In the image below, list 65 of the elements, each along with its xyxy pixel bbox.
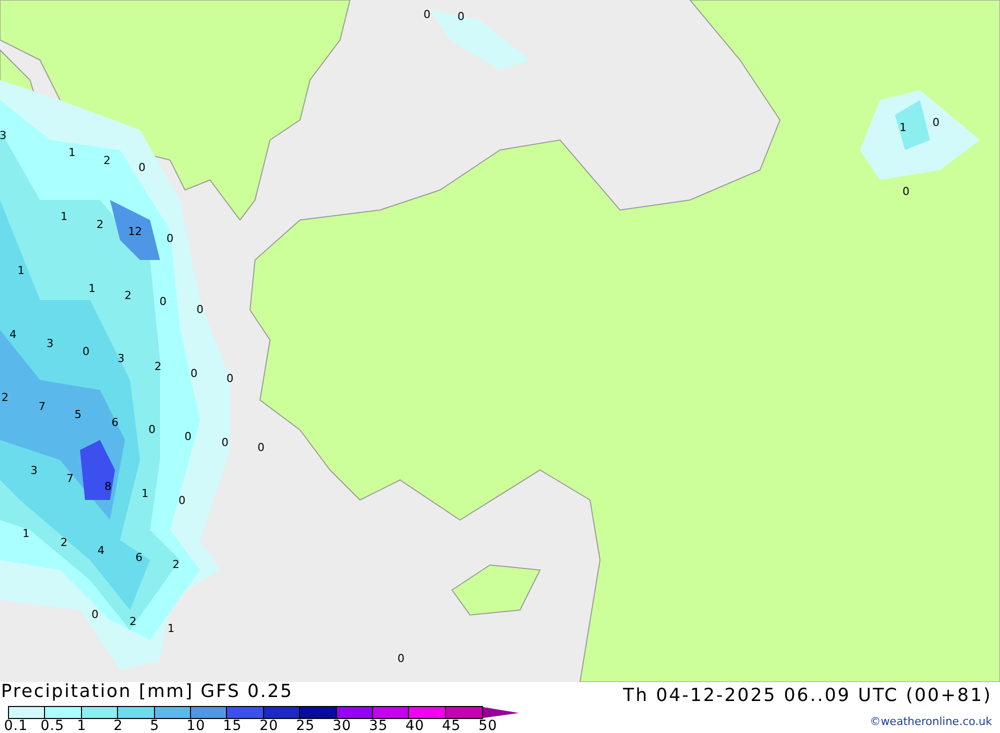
precipitation-value: 4 [98, 544, 104, 557]
precipitation-value: 2 [124, 289, 132, 302]
precipitation-value: 6 [136, 551, 142, 564]
scale-label: 15 [223, 719, 243, 733]
precipitation-value: 2 [172, 558, 180, 571]
precipitation-value: 8 [104, 480, 112, 493]
precipitation-value: 1 [18, 264, 24, 277]
precipitation-value: 1 [68, 146, 76, 159]
scale-label: 25 [296, 719, 316, 733]
precipitation-value: 0 [458, 10, 464, 23]
precipitation-value: 2 [104, 154, 110, 167]
precipitation-value: 0 [196, 303, 204, 316]
precipitation-value: 0 [902, 185, 910, 198]
precipitation-value: 7 [38, 400, 46, 413]
precipitation-value: 3 [0, 129, 6, 142]
precipitation-value: 2 [60, 536, 68, 549]
scale-label: 40 [406, 719, 426, 733]
scale-label: 50 [478, 719, 498, 733]
precipitation-value: 0 [424, 8, 430, 21]
precipitation-value: 0 [226, 372, 234, 385]
precipitation-value: 1 [168, 622, 174, 635]
precipitation-value: 0 [148, 423, 156, 436]
precipitation-value: 2 [130, 615, 136, 628]
scale-label: 45 [442, 719, 462, 733]
precipitation-value: 5 [74, 408, 82, 421]
precipitation-value: 0 [932, 116, 940, 129]
scale-label: 35 [369, 719, 389, 733]
precipitation-value: 0 [82, 345, 90, 358]
precipitation-value: 0 [398, 652, 404, 665]
precipitation-value: 6 [112, 416, 118, 429]
scale-label: 0.1 [4, 719, 29, 733]
scale-label: 5 [150, 719, 160, 733]
precipitation-value: 2 [2, 391, 8, 404]
precipitation-value: 0 [138, 161, 146, 174]
scale-label: 10 [186, 719, 206, 733]
scale-label: 2 [114, 719, 124, 733]
scale-label: 30 [332, 719, 352, 733]
precipitation-value: 3 [118, 352, 124, 365]
precipitation-value: 12 [128, 225, 142, 238]
precipitation-value: 1 [142, 487, 148, 500]
scale-label: 1 [77, 719, 88, 733]
scale-label: 0.5 [40, 719, 66, 733]
precipitation-value: 1 [88, 282, 96, 295]
precipitation-value: 0 [258, 441, 264, 454]
map-title: Precipitation [mm] GFS 0.25 [0, 682, 294, 702]
precipitation-value: 1 [900, 121, 906, 134]
precipitation-value: 2 [154, 360, 162, 373]
precipitation-value: 4 [10, 328, 16, 341]
precipitation-value: 0 [166, 232, 174, 245]
precipitation-value: 0 [160, 295, 166, 308]
scale-arrow-icon [483, 707, 520, 718]
precipitation-value: 1 [60, 210, 68, 223]
forecast-time: Th 04-12-2025 06..09 UTC (00+81) [623, 686, 992, 706]
credit-link[interactable]: ©weatheronline.co.uk [870, 715, 992, 728]
precipitation-value: 1 [22, 527, 30, 540]
precipitation-value: 2 [96, 218, 104, 231]
precipitation-value: 0 [184, 430, 192, 443]
scale-label: 20 [260, 719, 280, 733]
precipitation-value: 0 [222, 436, 228, 449]
precipitation-value: 3 [30, 464, 38, 477]
precipitation-value: 0 [92, 608, 98, 621]
precipitation-value: 3 [46, 337, 54, 350]
precipitation-value: 7 [66, 472, 74, 485]
precipitation-value: 0 [178, 494, 186, 507]
precipitation-value: 0 [190, 367, 198, 380]
